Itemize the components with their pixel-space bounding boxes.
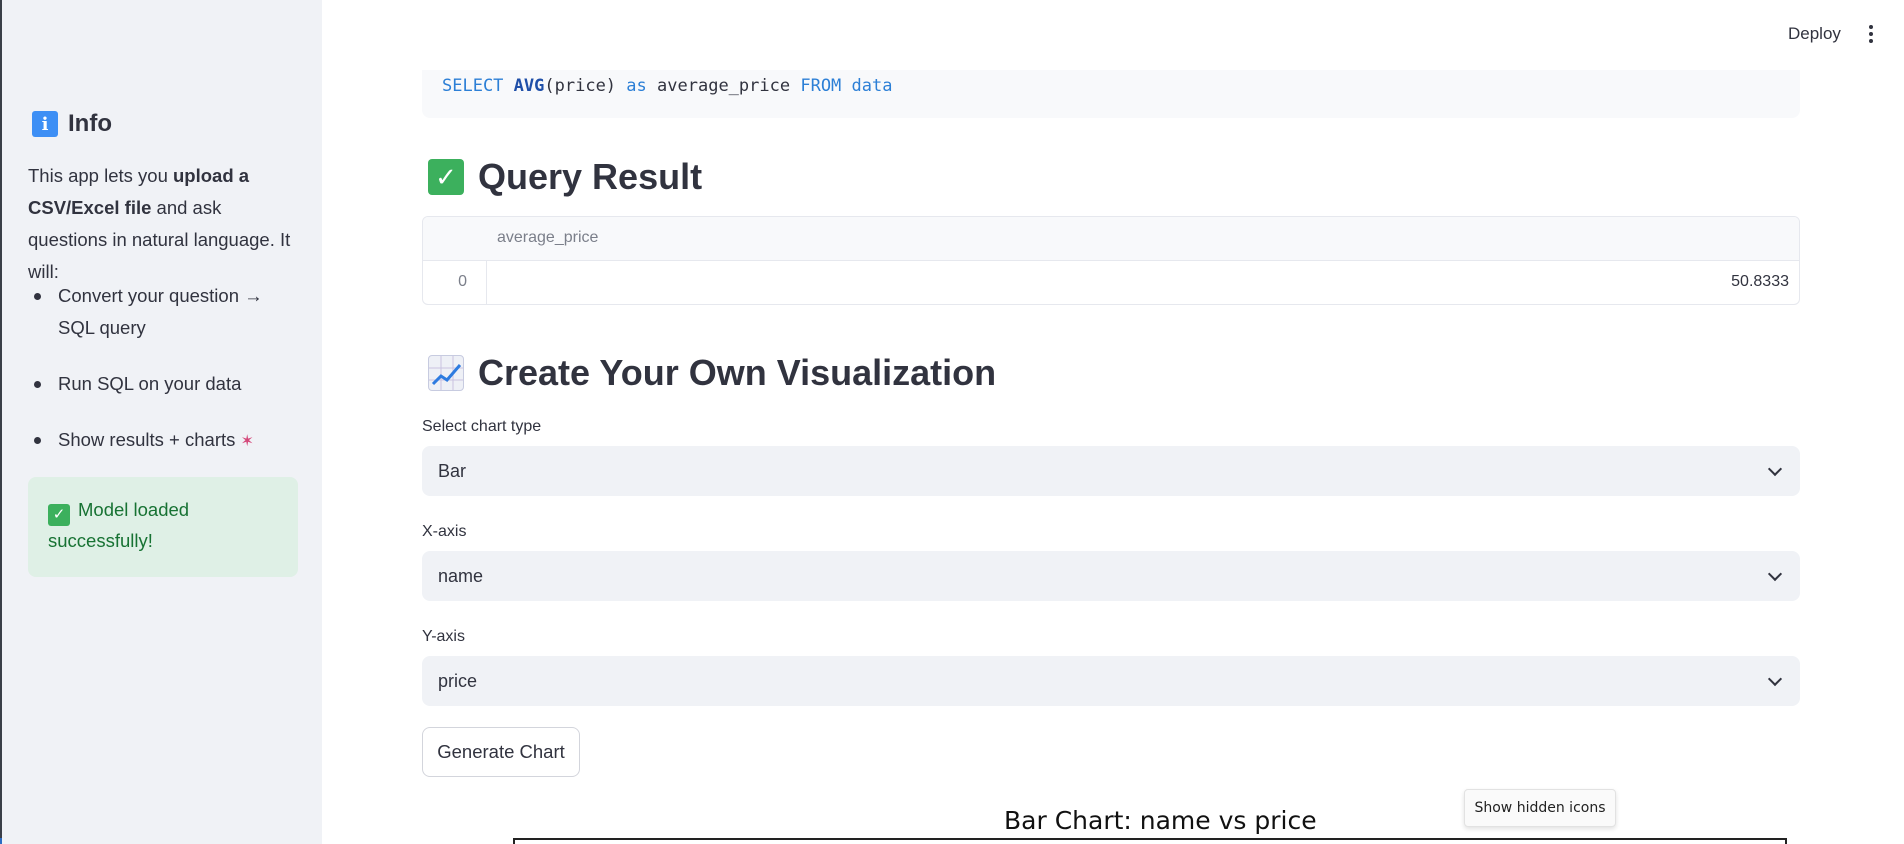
- sidebar-heading: i Info: [32, 110, 112, 138]
- code-function: AVG: [513, 76, 545, 96]
- show-hidden-icons-tooltip: Show hidden icons: [1464, 789, 1616, 827]
- deploy-button[interactable]: Deploy: [1788, 24, 1841, 44]
- section-title: Create Your Own Visualization: [478, 352, 997, 393]
- column-header[interactable]: average_price: [497, 229, 598, 247]
- chart-type-label: Select chart type: [422, 418, 542, 435]
- code-table: data: [851, 76, 893, 96]
- chevron-down-icon: [1766, 567, 1784, 585]
- x-axis-label: X-axis: [422, 523, 467, 540]
- list-item-label: Convert your question → SQL query: [58, 285, 263, 338]
- code-keyword: SELECT: [442, 76, 504, 96]
- generate-chart-button[interactable]: Generate Chart: [422, 727, 580, 777]
- code-keyword: FROM: [800, 76, 842, 96]
- chart-type-select[interactable]: Bar: [422, 446, 1800, 496]
- list-item: Run SQL on your data: [28, 368, 300, 400]
- table-row[interactable]: 0 50.8333: [423, 261, 1799, 304]
- kebab-menu-icon[interactable]: [1864, 22, 1878, 46]
- list-item-label: Show results + charts: [58, 429, 236, 450]
- sidebar-intro: This app lets you upload a CSV/Excel fil…: [28, 160, 300, 288]
- info-icon: i: [32, 111, 58, 137]
- list-item: Convert your question → SQL query: [28, 280, 300, 344]
- result-table[interactable]: average_price 0 50.8333: [422, 216, 1800, 305]
- section-title: Query Result: [478, 156, 703, 197]
- success-alert: ✓ Model loaded successfully!: [28, 477, 298, 577]
- party-popper-icon: ✶: [240, 433, 254, 450]
- code-arg: (price): [544, 76, 617, 96]
- chart-frame: [513, 838, 1787, 844]
- y-axis-select[interactable]: price: [422, 656, 1800, 706]
- table-cell[interactable]: 50.8333: [1731, 273, 1789, 291]
- chart-title: Bar Chart: name vs price: [1004, 806, 1317, 835]
- code-keyword: as: [626, 76, 647, 96]
- x-axis-select[interactable]: name: [422, 551, 1800, 601]
- chevron-down-icon: [1766, 672, 1784, 690]
- intro-text-1: This app lets you: [28, 165, 173, 186]
- table-header: average_price: [423, 217, 1799, 261]
- sql-code-block: SELECT AVG(price) as average_price FROM …: [422, 70, 1800, 118]
- list-item: Show results + charts ✶: [28, 424, 300, 458]
- sidebar-heading-text: Info: [68, 110, 112, 137]
- select-value: Bar: [438, 460, 467, 481]
- row-index: 0: [458, 273, 467, 290]
- check-mark-icon: ✓: [48, 504, 70, 526]
- check-mark-icon: ✓: [428, 159, 464, 195]
- chevron-down-icon: [1766, 462, 1784, 480]
- query-result-heading: ✓ Query Result: [428, 156, 702, 198]
- visualization-heading: Create Your Own Visualization: [428, 352, 996, 394]
- list-item-label: Run SQL on your data: [58, 373, 242, 394]
- code-alias: average_price: [657, 76, 791, 96]
- chart-increasing-icon: [428, 355, 464, 391]
- select-value: name: [438, 565, 484, 586]
- select-value: price: [438, 670, 478, 691]
- sidebar: i Info This app lets you upload a CSV/Ex…: [2, 0, 322, 844]
- feature-list: Convert your question → SQL query Run SQ…: [28, 280, 300, 482]
- y-axis-label: Y-axis: [422, 628, 465, 645]
